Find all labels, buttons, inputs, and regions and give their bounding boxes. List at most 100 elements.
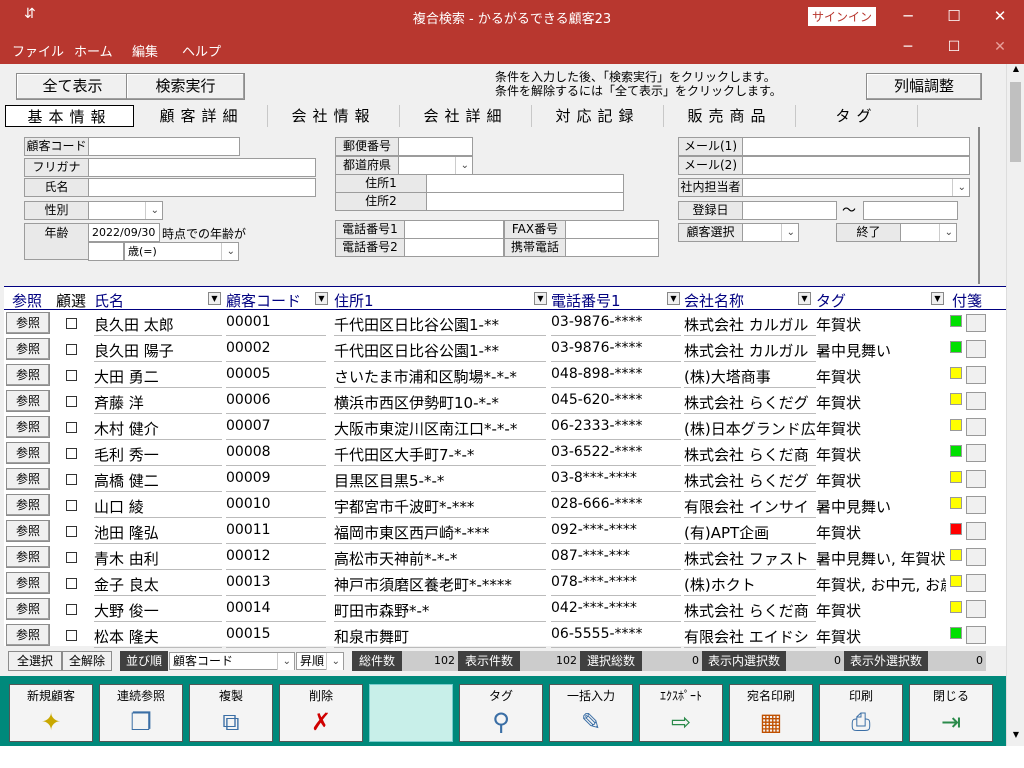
age-condition-select[interactable]: 歳(=) ⌄ <box>124 242 239 261</box>
table-row[interactable]: 参照 松本 隆夫 00015 和泉市舞町 06-5555-**** 有限会社 エ… <box>4 622 1006 648</box>
tab-company[interactable]: 会社情報 <box>268 105 400 127</box>
table-row[interactable]: 参照 金子 良太 00013 神戸市須磨区養老町*-**** 078-***-*… <box>4 570 1006 596</box>
show-all-button[interactable]: 全て表示 <box>16 73 129 100</box>
col-tag[interactable]: タグ <box>816 290 846 311</box>
memo-button[interactable] <box>966 626 986 644</box>
fax-input[interactable] <box>565 220 659 239</box>
tab-tags[interactable]: タグ <box>796 105 918 127</box>
col-company[interactable]: 会社名称 <box>684 290 744 311</box>
select-checkbox[interactable] <box>66 500 77 511</box>
select-checkbox[interactable] <box>66 578 77 589</box>
ref-button[interactable]: 参照 <box>6 390 50 412</box>
table-row[interactable]: 参照 良久田 太郎 00001 千代田区日比谷公園1-** 03-9876-**… <box>4 310 1006 336</box>
table-row[interactable]: 参照 毛利 秀一 00008 千代田区大手町7-*-* 03-6522-****… <box>4 440 1006 466</box>
select-checkbox[interactable] <box>66 630 77 641</box>
tel1-input[interactable] <box>404 220 504 239</box>
sort-company-icon[interactable]: ▼ <box>798 292 811 305</box>
new-customer-button[interactable]: 新規顧客 ✦ <box>9 684 93 742</box>
close-icon[interactable]: ✕ <box>985 4 1015 28</box>
memo-button[interactable] <box>966 444 986 462</box>
memo-button[interactable] <box>966 574 986 592</box>
column-adjust-button[interactable]: 列幅調整 <box>866 73 982 100</box>
menu-help[interactable]: ヘルプ <box>182 41 221 60</box>
sort-name-icon[interactable]: ▼ <box>208 292 221 305</box>
tab-basic[interactable]: 基本情報 <box>5 105 134 127</box>
gender-select[interactable]: ⌄ <box>88 201 163 220</box>
sort-code-icon[interactable]: ▼ <box>315 292 328 305</box>
ref-button[interactable]: 参照 <box>6 338 50 360</box>
memo-button[interactable] <box>966 314 986 332</box>
maximize-icon[interactable]: ☐ <box>939 4 969 28</box>
mobile-input[interactable] <box>565 238 659 257</box>
end-dropdown[interactable]: ⌄ <box>900 223 957 242</box>
tab-products[interactable]: 販売商品 <box>664 105 796 127</box>
mail2-input[interactable] <box>742 156 970 175</box>
signin-button[interactable]: サインイン <box>808 7 876 26</box>
memo-button[interactable] <box>966 418 986 436</box>
select-checkbox[interactable] <box>66 448 77 459</box>
furigana-input[interactable] <box>88 158 316 177</box>
table-row[interactable]: 参照 大野 俊一 00014 町田市森野*-* 042-***-**** 株式会… <box>4 596 1006 622</box>
deselect-all-button[interactable]: 全解除 <box>62 651 112 671</box>
doc-minimize-icon[interactable]: ─ <box>893 39 923 55</box>
sort-order-select[interactable]: 昇順 ⌄ <box>296 652 344 670</box>
close-button[interactable]: 閉じる ⇥ <box>909 684 993 742</box>
col-tel[interactable]: 電話番号1 <box>551 290 621 311</box>
table-row[interactable]: 参照 青木 由利 00012 高松市天神前*-*-* 087-***-*** 株… <box>4 544 1006 570</box>
ref-button[interactable]: 参照 <box>6 468 50 490</box>
memo-button[interactable] <box>966 496 986 514</box>
table-row[interactable]: 参照 木村 健介 00007 大阪市東淀川区南江口*-*-* 06-2333-*… <box>4 414 1006 440</box>
sort-key-select[interactable]: 顧客コード ⌄ <box>169 652 295 670</box>
select-checkbox[interactable] <box>66 422 77 433</box>
ref-button[interactable]: 参照 <box>6 312 50 334</box>
menu-file[interactable]: ファイル <box>12 41 64 60</box>
select-checkbox[interactable] <box>66 526 77 537</box>
tab-history[interactable]: 対応記録 <box>532 105 664 127</box>
memo-button[interactable] <box>966 600 986 618</box>
table-row[interactable]: 参照 池田 隆弘 00011 福岡市東区西戸崎*-*** 092-***-***… <box>4 518 1006 544</box>
select-all-button[interactable]: 全選択 <box>8 651 62 671</box>
table-row[interactable]: 参照 良久田 陽子 00002 千代田区日比谷公園1-** 03-9876-**… <box>4 336 1006 362</box>
col-code[interactable]: 顧客コード <box>226 290 301 311</box>
sort-tel-icon[interactable]: ▼ <box>667 292 680 305</box>
name-input[interactable] <box>88 178 316 197</box>
address2-input[interactable] <box>426 192 624 211</box>
ref-button[interactable]: 参照 <box>6 416 50 438</box>
minimize-icon[interactable]: ─ <box>893 4 923 28</box>
memo-button[interactable] <box>966 522 986 540</box>
address-print-button[interactable]: 宛名印刷 ▦ <box>729 684 813 742</box>
memo-button[interactable] <box>966 392 986 410</box>
select-checkbox[interactable] <box>66 370 77 381</box>
doc-close-icon[interactable]: ✕ <box>985 39 1015 55</box>
ref-button[interactable]: 参照 <box>6 598 50 620</box>
scroll-thumb[interactable] <box>1010 82 1021 162</box>
staff-select[interactable]: ⌄ <box>742 178 970 197</box>
memo-button[interactable] <box>966 366 986 384</box>
select-dropdown[interactable]: ⌄ <box>742 223 799 242</box>
reg-date-to-input[interactable] <box>863 201 958 220</box>
ref-button[interactable]: 参照 <box>6 546 50 568</box>
tel2-input[interactable] <box>404 238 504 257</box>
scroll-up-icon[interactable]: ▲ <box>1009 64 1023 80</box>
tag-button[interactable]: タグ ⚲ <box>459 684 543 742</box>
tab-customer-detail[interactable]: 顧客詳細 <box>136 105 268 127</box>
ref-button[interactable]: 参照 <box>6 442 50 464</box>
select-checkbox[interactable] <box>66 552 77 563</box>
export-button[interactable]: ｴｸｽﾎﾟｰﾄ ⇨ <box>639 684 723 742</box>
select-checkbox[interactable] <box>66 344 77 355</box>
col-name[interactable]: 氏名 <box>94 290 124 311</box>
select-checkbox[interactable] <box>66 396 77 407</box>
prefecture-select[interactable]: ⌄ <box>398 156 473 175</box>
table-row[interactable]: 参照 山口 綾 00010 宇都宮市千波町*-*** 028-666-**** … <box>4 492 1006 518</box>
memo-button[interactable] <box>966 340 986 358</box>
select-checkbox[interactable] <box>66 474 77 485</box>
memo-button[interactable] <box>966 470 986 488</box>
select-checkbox[interactable] <box>66 318 77 329</box>
duplicate-button[interactable]: 複製 ⧉ <box>189 684 273 742</box>
print-button[interactable]: 印刷 ⎙ <box>819 684 903 742</box>
table-row[interactable]: 参照 高橋 健二 00009 目黒区目黒5-*-* 03-8***-**** 株… <box>4 466 1006 492</box>
table-row[interactable]: 参照 大田 勇二 00005 さいたま市浦和区駒場*-*-* 048-898-*… <box>4 362 1006 388</box>
sort-tag-icon[interactable]: ▼ <box>931 292 944 305</box>
age-value-input[interactable] <box>88 242 124 261</box>
age-date-input[interactable]: 2022/09/30 <box>88 223 160 242</box>
